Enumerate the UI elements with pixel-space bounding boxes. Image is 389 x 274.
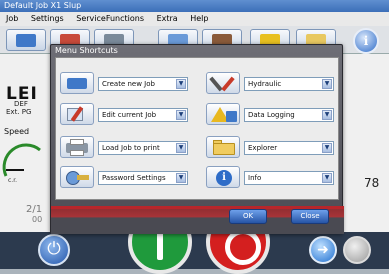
speed-label: Speed — [4, 127, 30, 136]
power-button[interactable]: ⏻ — [38, 234, 70, 266]
edit-job-icon[interactable] — [60, 103, 94, 125]
chevron-down-icon[interactable]: ▼ — [322, 143, 332, 153]
chevron-down-icon[interactable]: ▼ — [322, 173, 332, 183]
menubar: Job Settings ServiceFunctions Extra Help — [0, 12, 389, 26]
shortcut-row-info: i Info ▼ — [206, 166, 340, 188]
dialog-body: Create new Job ▼ Edit current Job ▼ Load… — [55, 57, 339, 200]
ext-label: Ext. PG — [6, 108, 32, 116]
data-logging-icon[interactable] — [206, 103, 240, 125]
job-counter-sub: 00 — [32, 215, 43, 224]
shortcut-select-load-job[interactable]: Load Job to print ▼ — [98, 141, 188, 155]
shortcut-row-hydraulic: Hydraulic ▼ — [206, 72, 340, 94]
dialog-title: Menu Shortcuts — [55, 46, 118, 55]
info-icon[interactable]: i — [206, 166, 240, 188]
menu-shortcuts-dialog: Menu Shortcuts Create new Job ▼ Edit cur… — [50, 44, 344, 234]
gauge-unit: c.r. — [8, 177, 17, 184]
password-icon[interactable] — [60, 166, 94, 188]
job-counter: 2/1 — [26, 204, 43, 215]
window-title: Default Job X1 Slup — [0, 0, 389, 12]
chevron-down-icon[interactable]: ▼ — [176, 143, 186, 153]
toolbar-new-job-button[interactable] — [6, 29, 46, 51]
menu-extra[interactable]: Extra — [157, 14, 178, 23]
shortcut-row-password: Password Settings ▼ — [60, 166, 194, 188]
shortcut-select-info[interactable]: Info ▼ — [244, 171, 334, 185]
next-arrow-button[interactable]: ➜ — [309, 236, 337, 264]
shortcut-row-load-job: Load Job to print ▼ — [60, 136, 194, 158]
shortcut-select-edit-job[interactable]: Edit current Job ▼ — [98, 108, 188, 122]
disabled-round-button — [343, 236, 371, 264]
shortcut-row-create-job: Create new Job ▼ — [60, 72, 194, 94]
chevron-down-icon[interactable]: ▼ — [176, 173, 186, 183]
def-label: DEF — [14, 100, 28, 108]
ok-button[interactable]: OK — [229, 209, 267, 224]
shortcut-row-data-logging: Data Logging ▼ — [206, 103, 340, 125]
shortcut-select-password[interactable]: Password Settings ▼ — [98, 171, 188, 185]
new-job-icon[interactable] — [60, 72, 94, 94]
menu-servicefunctions[interactable]: ServiceFunctions — [76, 14, 144, 23]
speed-gauge: c.r. — [2, 143, 41, 184]
info-icon[interactable]: i — [353, 28, 379, 54]
new-job-icon — [16, 34, 36, 47]
menu-help[interactable]: Help — [190, 14, 208, 23]
chevron-down-icon[interactable]: ▼ — [176, 79, 186, 89]
counter-value: 78 — [364, 176, 380, 190]
chevron-down-icon[interactable]: ▼ — [322, 110, 332, 120]
shortcut-select-hydraulic[interactable]: Hydraulic ▼ — [244, 77, 334, 91]
close-button[interactable]: Close — [291, 209, 329, 224]
explorer-icon[interactable] — [206, 136, 240, 158]
menu-job[interactable]: Job — [6, 14, 18, 23]
shortcut-select-create-job[interactable]: Create new Job ▼ — [98, 77, 188, 91]
shortcut-select-data-logging[interactable]: Data Logging ▼ — [244, 108, 334, 122]
shortcut-row-edit-job: Edit current Job ▼ — [60, 103, 194, 125]
chevron-down-icon[interactable]: ▼ — [176, 110, 186, 120]
print-icon[interactable] — [60, 136, 94, 158]
menu-settings[interactable]: Settings — [31, 14, 64, 23]
hydraulic-icon[interactable] — [206, 72, 240, 94]
shortcut-row-explorer: Explorer ▼ — [206, 136, 340, 158]
shortcut-select-explorer[interactable]: Explorer ▼ — [244, 141, 334, 155]
chevron-down-icon[interactable]: ▼ — [322, 79, 332, 89]
